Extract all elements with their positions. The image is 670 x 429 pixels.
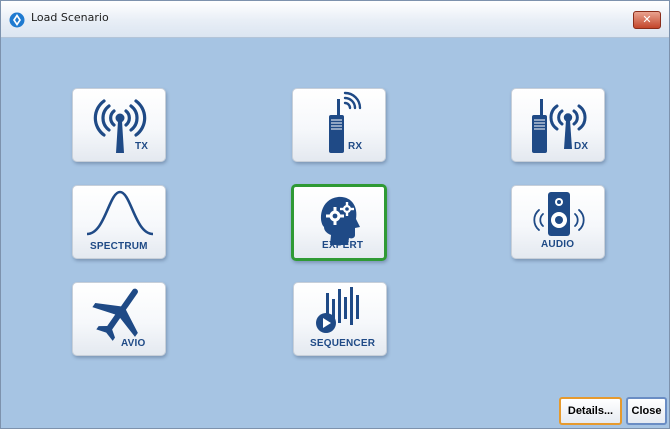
tile-expert[interactable]: EXPERT [291, 184, 387, 261]
radio-receive-icon [329, 91, 362, 153]
tile-avio[interactable]: AVIO [72, 282, 166, 356]
close-button[interactable]: Close [626, 397, 667, 425]
antenna-tx-icon [93, 99, 147, 153]
tile-sequencer[interactable]: SEQUENCER [293, 282, 387, 356]
app-logo-icon [9, 12, 25, 28]
tile-rx[interactable]: RX [292, 88, 386, 162]
tile-label: SPECTRUM [90, 241, 148, 252]
tile-label: RX [348, 141, 363, 152]
tile-label: EXPERT [322, 240, 364, 251]
tile-audio[interactable]: AUDIO [511, 185, 605, 259]
tile-label: TX [135, 141, 149, 152]
tile-dx[interactable]: DX [511, 88, 605, 162]
tile-label: AUDIO [541, 239, 575, 250]
tile-label: SEQUENCER [310, 338, 376, 349]
airplane-icon [92, 288, 138, 341]
window-title: Load Scenario [31, 11, 109, 24]
close-icon[interactable]: ✕ [633, 11, 661, 29]
tile-label: AVIO [121, 338, 146, 349]
details-button[interactable]: Details... [559, 397, 622, 425]
load-scenario-window: Load Scenario ✕ TX RX DX SPECTRUM EXPERT… [0, 0, 670, 429]
tile-tx[interactable]: TX [72, 88, 166, 162]
radio-duplex-icon [532, 99, 587, 153]
scenario-panel: TX RX DX SPECTRUM EXPERT AUDIO AVIO SEQU… [1, 38, 669, 428]
tile-label: DX [574, 141, 589, 152]
tile-spectrum[interactable]: SPECTRUM [72, 185, 166, 259]
title-bar: Load Scenario ✕ [1, 1, 669, 38]
